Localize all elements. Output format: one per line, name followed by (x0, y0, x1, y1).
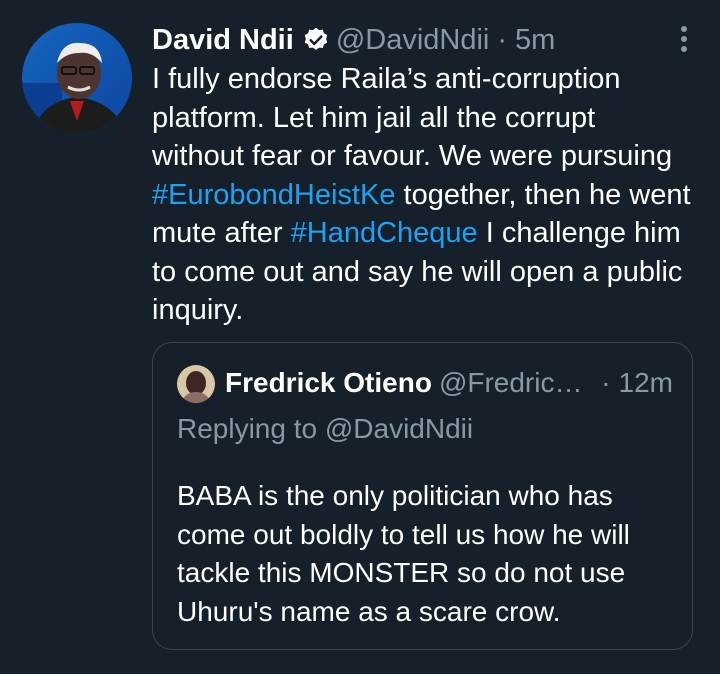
verified-badge-icon (302, 26, 330, 54)
quoted-timestamp: 12m (618, 367, 673, 398)
quoted-author-avatar (177, 365, 215, 403)
author-handle[interactable]: @DavidNdii (336, 24, 490, 57)
more-vertical-icon[interactable] (678, 24, 690, 54)
author-name[interactable]: David Ndii (152, 24, 294, 57)
quoted-tweet[interactable]: Fredrick Otieno @Fredric… · 12m Replying… (152, 342, 693, 650)
timestamp[interactable]: 5m (515, 24, 555, 57)
hashtag-link[interactable]: #HandCheque (291, 217, 478, 249)
author-avatar[interactable] (22, 23, 132, 133)
tweet-text-part: I fully endorse Raila’s anti-corruption … (152, 63, 673, 172)
quoted-tweet-header: Fredrick Otieno @Fredric… · 12m (225, 363, 673, 403)
hashtag-link[interactable]: #EurobondHeistKe (152, 179, 395, 211)
separator-dot: · (601, 367, 611, 398)
tweet[interactable]: David Ndii @DavidNdii · 5m I fully endor… (0, 0, 720, 674)
separator-dot: · (497, 23, 508, 56)
quoted-author-handle: @Fredric… (438, 367, 583, 398)
replying-to: Replying to @DavidNdii (177, 413, 474, 444)
quoted-author-name: Fredrick Otieno (225, 367, 432, 398)
tweet-header: David Ndii @DavidNdii · 5m (152, 20, 555, 60)
quoted-tweet-text: BABA is the only politician who has come… (177, 480, 630, 627)
tweet-text: I fully endorse Raila’s anti-corruption … (152, 60, 692, 330)
